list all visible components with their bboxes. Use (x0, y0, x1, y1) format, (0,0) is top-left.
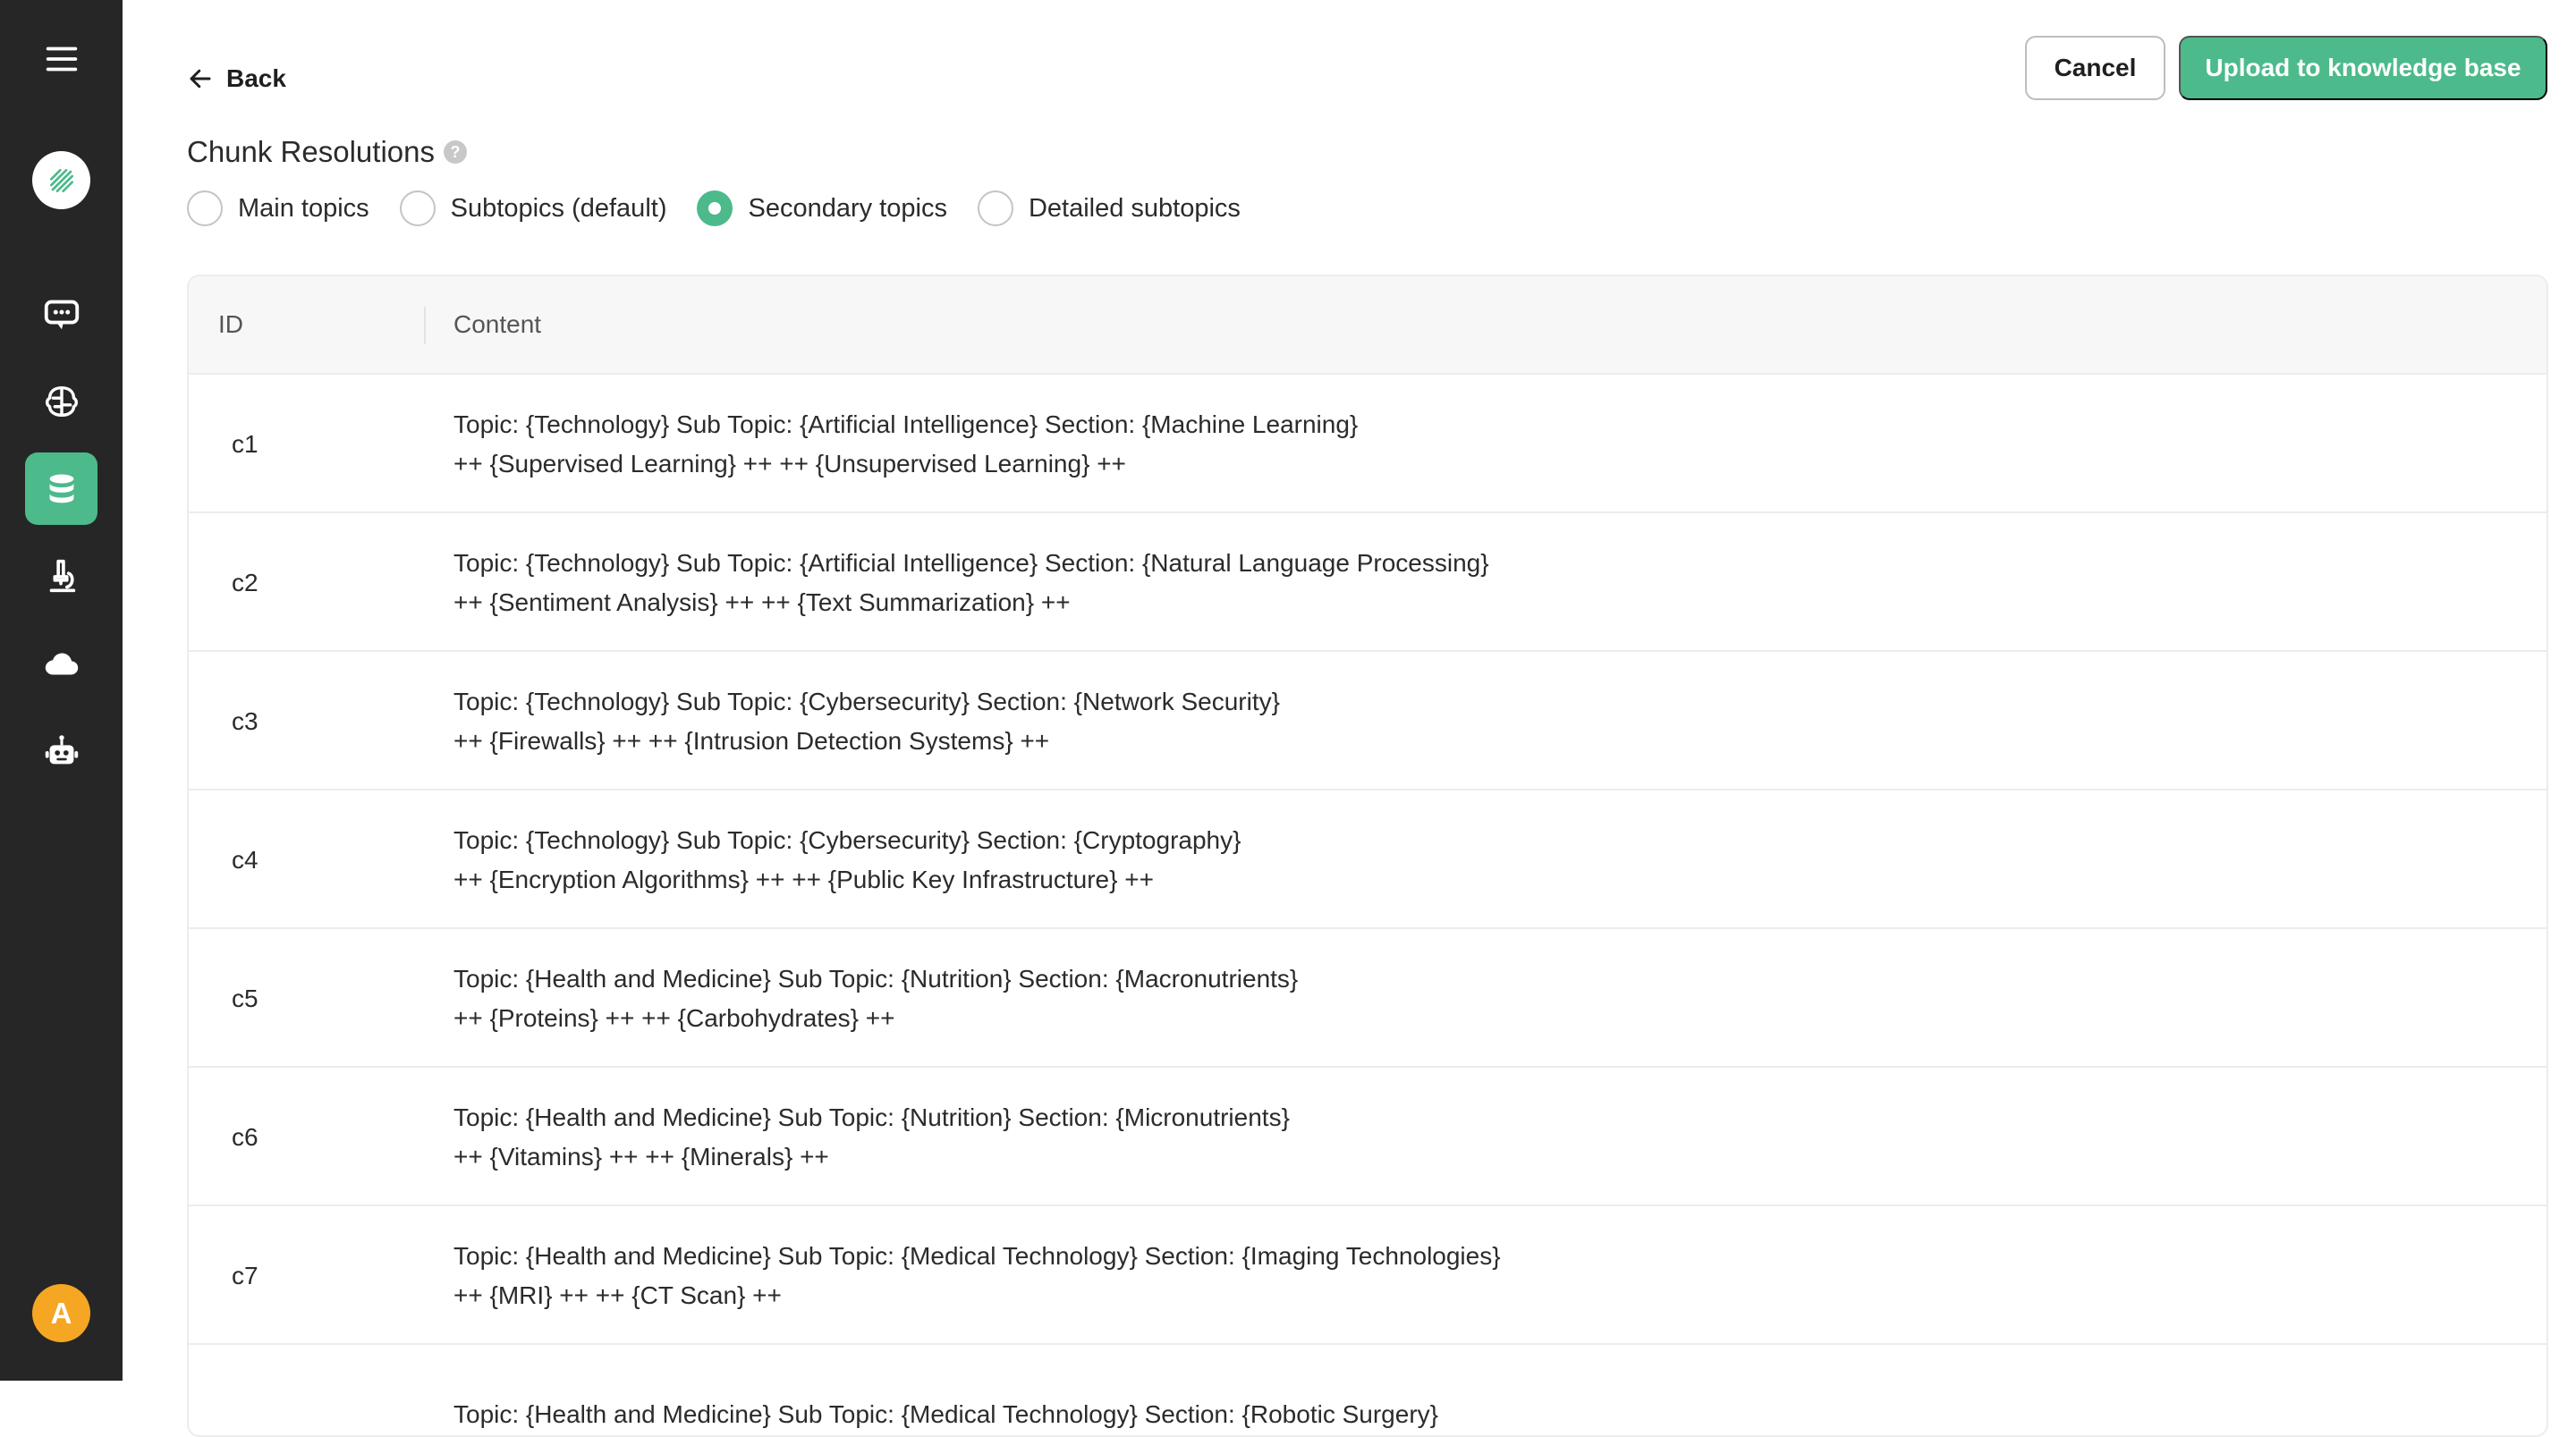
radio-circle[interactable] (399, 190, 436, 226)
table-row: Topic: {Health and Medicine} Sub Topic: … (189, 1345, 2546, 1435)
content-line: ++ {Supervised Learning} ++ ++ {Unsuperv… (453, 449, 1126, 478)
content-line: Topic: {Health and Medicine} Sub Topic: … (453, 964, 1299, 993)
chunks-table: ID Content c1 Topic: {Technology} Sub To… (187, 275, 2548, 1437)
back-button[interactable]: Back (187, 61, 286, 97)
content-line: Topic: {Health and Medicine} Sub Topic: … (453, 1399, 1438, 1428)
radio-detailed-subtopics[interactable]: Detailed subtopics (977, 190, 1241, 226)
radio-circle-selected[interactable] (697, 190, 733, 226)
cell-id: c1 (232, 429, 258, 458)
content-line: Topic: {Health and Medicine} Sub Topic: … (453, 1103, 1290, 1131)
help-icon[interactable]: ? (444, 140, 467, 164)
avatar[interactable]: A (32, 1284, 90, 1342)
hamburger-menu-icon[interactable] (25, 22, 97, 95)
radio-main-topics[interactable]: Main topics (187, 190, 369, 226)
cell-id: c2 (232, 568, 258, 596)
content-line: ++ {Firewalls} ++ ++ {Intrusion Detectio… (453, 726, 1050, 755)
table-row: c4 Topic: {Technology} Sub Topic: {Cyber… (189, 790, 2546, 929)
avatar-initial: A (50, 1296, 72, 1330)
table-row: c1 Topic: {Technology} Sub Topic: {Artif… (189, 375, 2546, 513)
cell-content: Topic: {Health and Medicine} Sub Topic: … (453, 1068, 2511, 1206)
table-row: c6 Topic: {Health and Medicine} Sub Topi… (189, 1068, 2546, 1206)
cell-content: Topic: {Health and Medicine} Sub Topic: … (453, 1345, 2511, 1435)
robot-icon[interactable] (25, 715, 97, 788)
table-header: ID Content (189, 276, 2546, 375)
table-row: c7 Topic: {Health and Medicine} Sub Topi… (189, 1206, 2546, 1345)
column-header-id: ID (218, 310, 243, 338)
table-row: c3 Topic: {Technology} Sub Topic: {Cyber… (189, 652, 2546, 790)
radio-label: Subtopics (default) (450, 193, 667, 223)
arrow-left-icon (190, 69, 211, 89)
content-line: Topic: {Technology} Sub Topic: {Artifici… (453, 548, 1489, 577)
chat-icon[interactable] (25, 277, 97, 350)
radio-label: Secondary topics (748, 193, 947, 223)
cell-id: c3 (232, 706, 258, 735)
table-row: c2 Topic: {Technology} Sub Topic: {Artif… (189, 513, 2546, 652)
radio-label: Detailed subtopics (1028, 193, 1241, 223)
brain-icon[interactable] (25, 365, 97, 437)
cell-content: Topic: {Health and Medicine} Sub Topic: … (453, 1206, 2511, 1345)
cell-content: Topic: {Health and Medicine} Sub Topic: … (453, 929, 2511, 1068)
cancel-button[interactable]: Cancel (2025, 36, 2165, 100)
radio-secondary-topics[interactable]: Secondary topics (697, 190, 947, 226)
column-divider (424, 307, 426, 344)
radio-circle[interactable] (977, 190, 1013, 226)
cell-id: c5 (232, 984, 258, 1012)
radio-subtopics-default[interactable]: Subtopics (default) (399, 190, 667, 226)
radio-label: Main topics (238, 193, 369, 223)
content-line: ++ {Proteins} ++ ++ {Carbohydrates} ++ (453, 1003, 895, 1032)
content-line: Topic: {Technology} Sub Topic: {Cybersec… (453, 687, 1280, 715)
content-line: ++ {Sentiment Analysis} ++ ++ {Text Summ… (453, 587, 1071, 616)
cloud-icon[interactable] (25, 628, 97, 700)
table-row: c5 Topic: {Health and Medicine} Sub Topi… (189, 929, 2546, 1068)
cell-content: Topic: {Technology} Sub Topic: {Artifici… (453, 513, 2511, 652)
cell-content: Topic: {Technology} Sub Topic: {Cybersec… (453, 790, 2511, 929)
content-line: Topic: {Health and Medicine} Sub Topic: … (453, 1241, 1501, 1270)
cell-id: c7 (232, 1261, 258, 1289)
chunk-resolutions-label: Chunk Resolutions (187, 135, 435, 168)
content-line: ++ {Encryption Algorithms} ++ ++ {Public… (453, 865, 1154, 893)
chunk-resolution-radio-group: Main topics Subtopics (default) Secondar… (187, 190, 1271, 227)
content-line: ++ {MRI} ++ ++ {CT Scan} ++ (453, 1281, 782, 1309)
cell-id: c4 (232, 845, 258, 874)
chunk-resolutions-title: Chunk Resolutions ? (187, 134, 467, 170)
app-logo-icon[interactable] (32, 151, 90, 209)
content-line: Topic: {Technology} Sub Topic: {Cybersec… (453, 825, 1241, 854)
microscope-icon[interactable] (25, 540, 97, 613)
radio-circle[interactable] (187, 190, 223, 226)
column-header-content: Content (453, 310, 542, 338)
back-label: Back (226, 64, 286, 92)
content-line: Topic: {Technology} Sub Topic: {Artifici… (453, 410, 1359, 438)
database-icon[interactable] (25, 452, 97, 525)
cell-content: Topic: {Technology} Sub Topic: {Artifici… (453, 375, 2511, 513)
content-line: ++ {Vitamins} ++ ++ {Minerals} ++ (453, 1142, 829, 1171)
sidebar: A (0, 0, 123, 1381)
main-content: Back Cancel Upload to knowledge base Chu… (123, 0, 2576, 1437)
upload-to-knowledge-base-button[interactable]: Upload to knowledge base (2179, 36, 2547, 100)
cell-id: c6 (232, 1122, 258, 1151)
cell-content: Topic: {Technology} Sub Topic: {Cybersec… (453, 652, 2511, 790)
